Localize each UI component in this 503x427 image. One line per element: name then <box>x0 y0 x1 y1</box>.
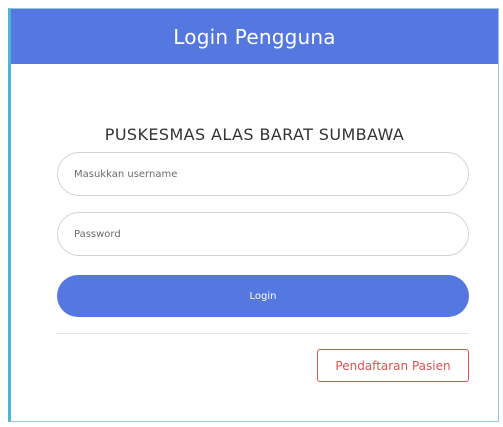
username-input[interactable] <box>57 152 469 196</box>
organization-name: PUSKESMAS ALAS BARAT SUMBAWA <box>104 125 405 144</box>
page-title: Login Pengguna <box>173 24 336 49</box>
password-input[interactable] <box>57 212 469 256</box>
login-card: Login Pengguna PUSKESMAS ALAS BARAT SUMB… <box>8 8 499 422</box>
card-header: Login Pengguna <box>11 9 498 64</box>
divider <box>57 333 469 334</box>
login-button[interactable]: Login <box>57 275 469 317</box>
patient-registration-button[interactable]: Pendaftaran Pasien <box>317 349 469 382</box>
